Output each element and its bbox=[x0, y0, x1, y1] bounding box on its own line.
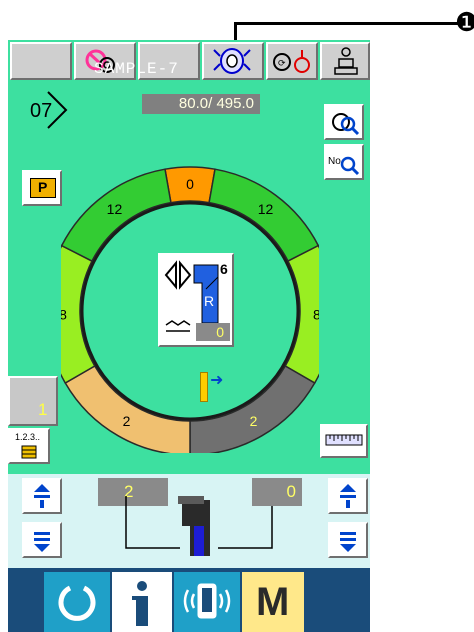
callout-number: ❶ bbox=[455, 7, 474, 37]
needle-marker bbox=[200, 372, 208, 402]
program-name: SAMPLE-7 bbox=[94, 60, 179, 78]
info-icon bbox=[132, 581, 148, 626]
segment-label-top-right: 12 bbox=[258, 201, 274, 217]
right-decrease-button[interactable] bbox=[328, 522, 368, 558]
step-value: 1 bbox=[38, 400, 48, 419]
operation-panel: ⟳ 07 SAMPLE-7 80.0/ 495.0 No P 0 12 8 2 … bbox=[8, 40, 370, 632]
increase-arrows-icon bbox=[340, 484, 356, 508]
left-decrease-button[interactable] bbox=[22, 522, 62, 558]
svg-text:⟳: ⟳ bbox=[278, 58, 286, 68]
folder-label: P bbox=[38, 179, 48, 195]
counter-icon: ⟳ bbox=[273, 50, 310, 73]
ready-button[interactable] bbox=[44, 572, 110, 632]
pattern-folder-button[interactable]: P bbox=[22, 170, 62, 206]
counter-reset-button[interactable]: ⟳ bbox=[266, 42, 318, 80]
stitch-counter: 80.0/ 495.0 bbox=[142, 94, 260, 114]
pattern-letter: R bbox=[204, 293, 215, 309]
segment-label-bottom-left: 2 bbox=[123, 413, 131, 429]
communication-icon bbox=[183, 583, 231, 619]
info-button[interactable] bbox=[112, 572, 172, 632]
step-value-box[interactable]: 1 bbox=[8, 376, 58, 426]
bobbin-stack-icon bbox=[21, 445, 37, 459]
pattern-number: 6 bbox=[220, 261, 228, 277]
blank-button-1[interactable] bbox=[10, 42, 72, 80]
menu-label: M bbox=[256, 580, 290, 624]
segment-label-top: 0 bbox=[186, 176, 194, 192]
menu-button[interactable]: M bbox=[242, 572, 304, 632]
segment-label-bottom-right: 2 bbox=[250, 413, 258, 429]
right-feed-value[interactable]: 0 bbox=[252, 478, 302, 506]
segment-label-top-left: 12 bbox=[107, 201, 123, 217]
bobbin-icon bbox=[213, 48, 251, 74]
program-number-text: 07 bbox=[30, 100, 53, 122]
decrease-arrows-icon bbox=[340, 532, 356, 552]
segment-bottom-left[interactable] bbox=[64, 364, 191, 453]
callout-line bbox=[236, 22, 458, 25]
step-select-button[interactable]: 1.2.3.. bbox=[8, 428, 50, 464]
communication-button[interactable] bbox=[174, 572, 240, 632]
left-increase-button[interactable] bbox=[22, 478, 62, 514]
number-search-button[interactable]: No bbox=[324, 144, 364, 180]
segment-bottom-right[interactable] bbox=[189, 364, 316, 453]
direction-arrow-icon: ➜ bbox=[210, 372, 224, 389]
number-search-icon: No bbox=[328, 156, 360, 176]
segment-label-right: 8 bbox=[313, 306, 319, 322]
center-stitch-count: 0 bbox=[196, 323, 230, 341]
ruler-icon bbox=[325, 434, 363, 446]
increase-arrows-icon bbox=[34, 484, 50, 508]
bobbin-winder-button[interactable] bbox=[202, 42, 264, 80]
svg-text:No: No bbox=[328, 156, 341, 167]
program-number: 07 bbox=[28, 90, 68, 130]
decrease-arrows-icon bbox=[34, 532, 50, 552]
search-icon bbox=[332, 113, 360, 136]
segment-label-left: 8 bbox=[61, 306, 67, 322]
pattern-select-button[interactable]: 6 R 0 bbox=[158, 253, 234, 347]
ruler-button[interactable] bbox=[320, 424, 368, 458]
search-pattern-button[interactable] bbox=[324, 104, 364, 140]
ready-ring-icon bbox=[58, 585, 96, 621]
manual-button[interactable] bbox=[320, 42, 370, 80]
person-document-icon bbox=[334, 47, 358, 75]
right-increase-button[interactable] bbox=[328, 478, 368, 514]
